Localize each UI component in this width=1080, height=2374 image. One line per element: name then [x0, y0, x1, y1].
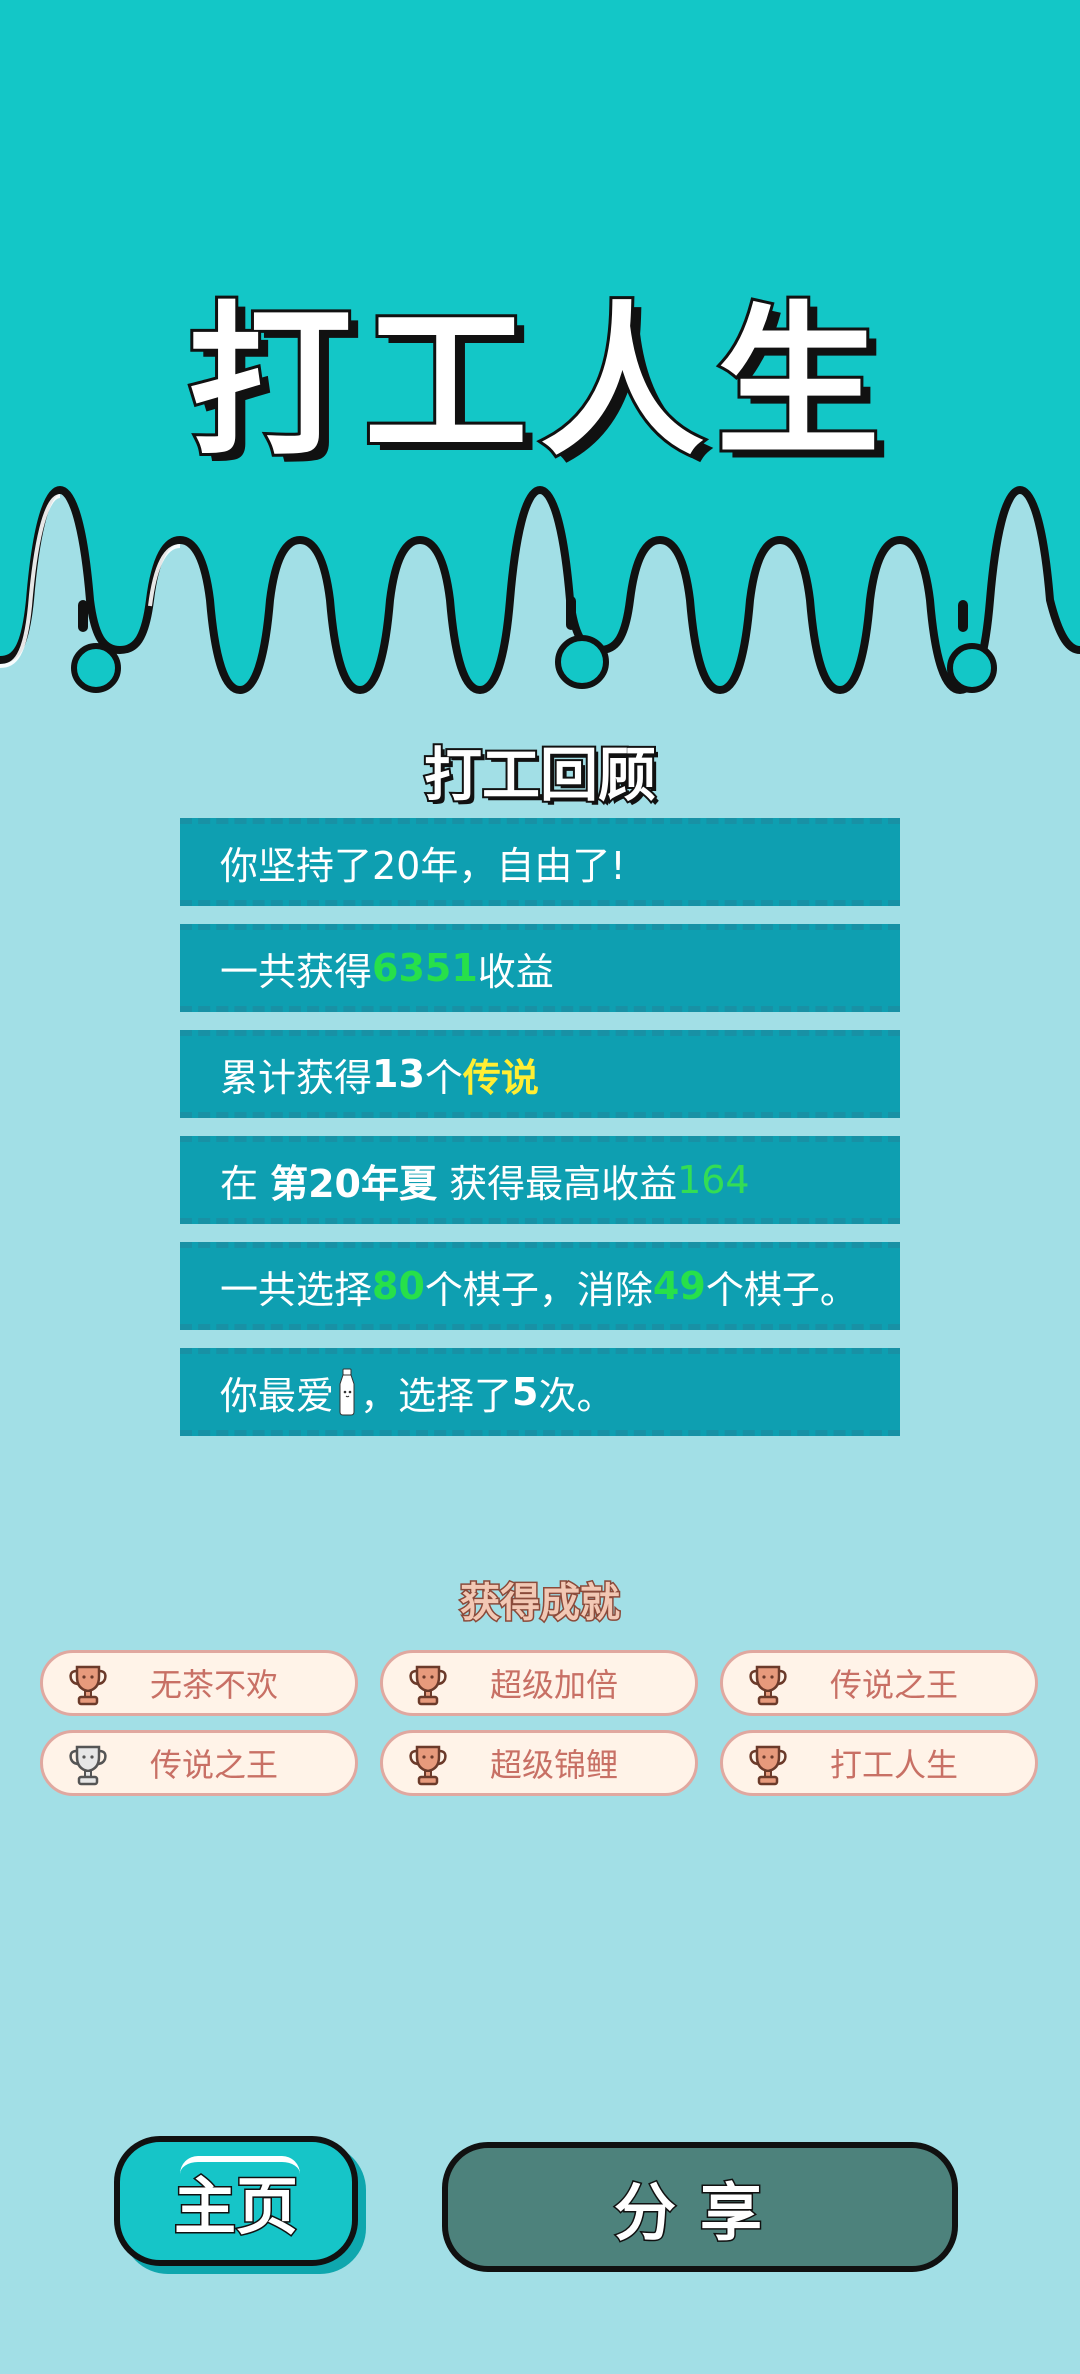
review-row-best-season: 在 第20年夏 获得最高收益 164	[180, 1136, 900, 1224]
app-title: 打工人生	[185, 284, 892, 481]
favorite-count-value: 5	[512, 1370, 539, 1414]
achievements-title: 获得成就	[459, 1579, 622, 1628]
milk-bottle-icon	[339, 1368, 355, 1416]
review-title: 打工回顾	[422, 739, 658, 811]
legend-count-value: 13	[372, 1052, 425, 1096]
review-row-total-income: 一共获得 6351 收益	[180, 924, 900, 1012]
achievements-grid: 无茶不欢 超级加倍 传说之王 传说之王 超级锦鲤 打工人生	[40, 1650, 1040, 1796]
row-text: 个棋子。	[705, 1267, 858, 1312]
home-button[interactable]: 主页	[114, 2136, 358, 2266]
best-income-value: 164	[677, 1158, 750, 1202]
achievement-badge[interactable]: 传说之王	[40, 1730, 358, 1796]
row-text: 获得最高收益	[436, 1161, 678, 1206]
review-row-legend-count: 累计获得 13 个传说	[180, 1030, 900, 1118]
legend-label: 传说	[462, 1055, 539, 1100]
row-text: 收益	[477, 949, 554, 994]
best-season-value: 第20年夏	[270, 1161, 437, 1206]
achievement-badge[interactable]: 超级锦鲤	[380, 1730, 698, 1796]
trophy-icon	[749, 1745, 787, 1786]
achievement-badge[interactable]: 超级加倍	[380, 1650, 698, 1716]
share-button[interactable]: 分享	[442, 2142, 958, 2272]
pieces-cleared-value: 49	[652, 1264, 706, 1308]
review-row-years: 你坚持了20年，自由了!	[180, 818, 900, 906]
row-text: ，选择了	[360, 1373, 513, 1418]
button-shine	[180, 2156, 300, 2174]
achievement-badge[interactable]: 传说之王	[720, 1650, 1038, 1716]
row-text: 你最爱	[220, 1373, 335, 1418]
achievement-badge[interactable]: 无茶不欢	[40, 1650, 358, 1716]
row-text: 你坚持了20年，自由了!	[220, 843, 626, 888]
trophy-icon	[69, 1665, 107, 1706]
total-income-value: 6351	[372, 946, 478, 990]
trophy-icon	[409, 1665, 447, 1706]
trophy-icon	[69, 1745, 107, 1786]
row-text: 累计获得	[220, 1055, 373, 1100]
row-text: 在	[220, 1161, 271, 1206]
trophy-icon	[409, 1745, 447, 1786]
row-text: 个棋子，消除	[424, 1267, 653, 1312]
row-text: 次。	[538, 1373, 615, 1418]
review-row-favorite: 你最爱 ，选择了 5 次。	[180, 1348, 900, 1436]
share-button-label: 分享	[612, 2175, 786, 2251]
row-text: 一共获得	[220, 949, 373, 994]
trophy-icon	[749, 1665, 787, 1706]
pieces-chosen-value: 80	[372, 1264, 425, 1308]
achievement-badge[interactable]: 打工人生	[720, 1730, 1038, 1796]
review-row-pieces: 一共选择 80 个棋子，消除 49 个棋子。	[180, 1242, 900, 1330]
row-text: 一共选择	[220, 1267, 373, 1312]
review-list: 你坚持了20年，自由了! 一共获得 6351 收益 累计获得 13 个传说 在 第20年…	[180, 818, 900, 1454]
header-banner: 打工人生	[0, 0, 1080, 720]
row-text: 个	[424, 1055, 463, 1100]
